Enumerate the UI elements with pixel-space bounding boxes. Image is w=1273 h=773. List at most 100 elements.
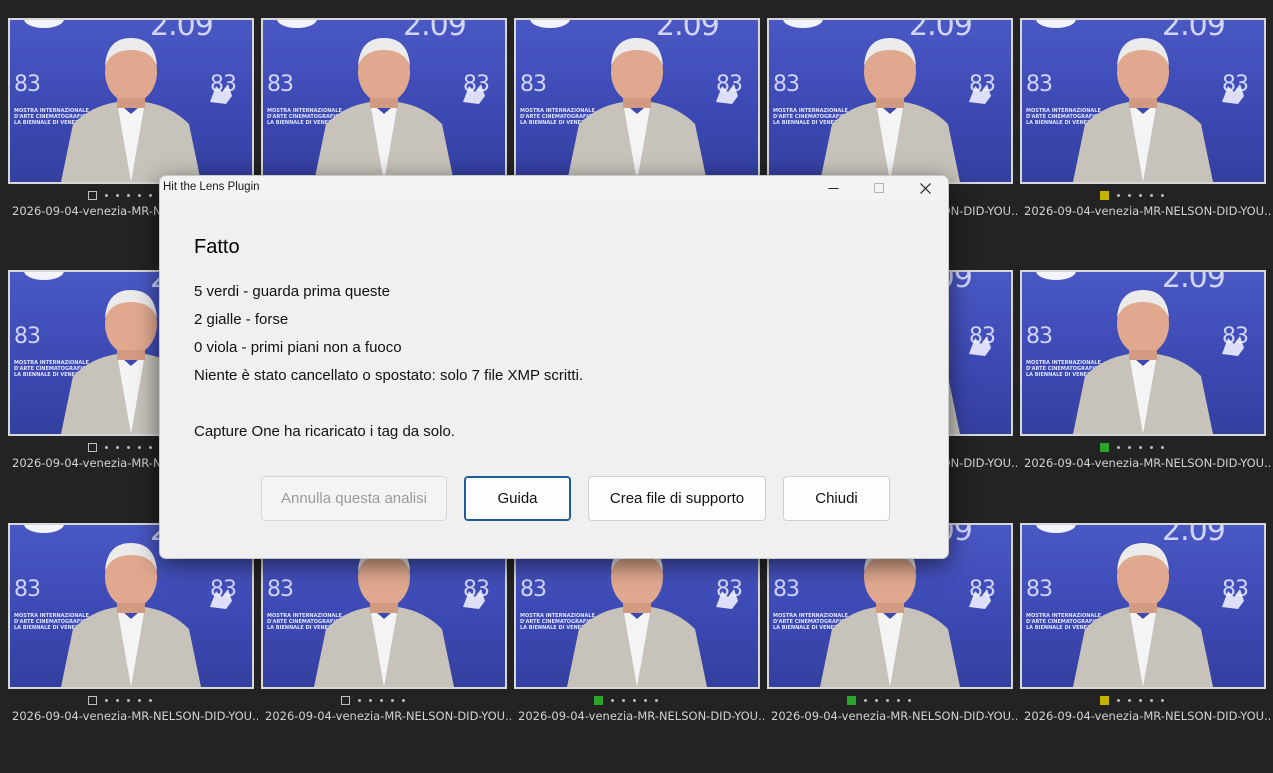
rating-dot-icon[interactable] (105, 445, 108, 449)
tag-and-rating (594, 695, 658, 705)
rating-dot-icon[interactable] (1128, 698, 1131, 702)
rating-dot-icon[interactable] (897, 698, 900, 702)
person-photo (1073, 543, 1213, 687)
rating-dot-icon[interactable] (402, 698, 405, 702)
thumbnail-filename: 2026-09-04-venezia-MR-NELSON-DID-YOU... (771, 709, 1017, 723)
rating-dot-icon[interactable] (391, 698, 394, 702)
close-window-button[interactable] (902, 176, 948, 200)
rating-dot-icon[interactable] (116, 445, 119, 449)
rating-dot-icon[interactable] (1139, 445, 1142, 449)
thumbnail-cell[interactable]: 2.098383MOSTRA INTERNAZIONALED'ARTE CINE… (506, 523, 764, 773)
tag-and-rating (88, 190, 152, 200)
rating-dot-icon[interactable] (380, 698, 383, 702)
title-bar[interactable]: Hit the Lens Plugin (160, 176, 948, 200)
rating-dot-icon[interactable] (369, 698, 372, 702)
minimize-button[interactable] (810, 176, 856, 200)
thumbnail-filename: 2026-09-04-venezia-MR-NELSON-DID-YOU... (1024, 456, 1270, 470)
color-tag-icon[interactable] (1100, 442, 1109, 452)
rating-dot-icon[interactable] (886, 698, 889, 702)
cancel-analysis-button: Annulla questa analisi (261, 476, 447, 521)
rating-dot-icon[interactable] (1139, 193, 1142, 197)
rating-dot-icon[interactable] (1161, 193, 1164, 197)
color-tag-icon[interactable] (88, 442, 97, 452)
dialog-heading: Fatto (194, 236, 240, 258)
thumbnail-filename: 2026-09-04-venezia-MR-NELSON-DID-YOU... (1024, 709, 1270, 723)
rating-dot-icon[interactable] (1117, 698, 1120, 702)
rating-dot-icon[interactable] (105, 193, 108, 197)
thumbnail-cell[interactable]: 2.098383MOSTRA INTERNAZIONALED'ARTE CINE… (0, 523, 258, 773)
photo-thumbnail[interactable]: 2.098383MOSTRA INTERNAZIONALED'ARTE CINE… (8, 18, 254, 184)
thumbnail-cell[interactable]: 2.098383MOSTRA INTERNAZIONALED'ARTE CINE… (759, 523, 1017, 773)
rating-dot-icon[interactable] (116, 193, 119, 197)
person-photo (314, 38, 454, 182)
tag-and-rating (88, 695, 152, 705)
rating-dot-icon[interactable] (1128, 193, 1131, 197)
rating-dot-icon[interactable] (127, 698, 130, 702)
tag-and-rating (88, 442, 152, 452)
tag-and-rating (1100, 442, 1164, 452)
thumbnail-filename: 2026-09-04-venezia-MR-NELSON-DID-YOU... (265, 709, 511, 723)
rating-dot-icon[interactable] (149, 445, 152, 449)
color-tag-icon[interactable] (88, 190, 97, 200)
photo-thumbnail[interactable]: 2.098383MOSTRA INTERNAZIONALED'ARTE CINE… (1020, 18, 1266, 184)
color-tag-icon[interactable] (88, 695, 97, 705)
thumbnail-cell[interactable]: 2.098383MOSTRA INTERNAZIONALED'ARTE CINE… (1012, 523, 1270, 773)
photo-thumbnail[interactable]: 2.098383MOSTRA INTERNAZIONALED'ARTE CINE… (514, 18, 760, 184)
rating-dot-icon[interactable] (127, 445, 130, 449)
rating-dot-icon[interactable] (1150, 445, 1153, 449)
rating-dot-icon[interactable] (864, 698, 867, 702)
photo-thumbnail[interactable]: 2.098383MOSTRA INTERNAZIONALED'ARTE CINE… (261, 18, 507, 184)
maximize-icon (873, 182, 884, 193)
photo-thumbnail[interactable]: 2.098383MOSTRA INTERNAZIONALED'ARTE CINE… (1020, 270, 1266, 436)
rating-dot-icon[interactable] (138, 193, 141, 197)
tag-and-rating (847, 695, 911, 705)
rating-dot-icon[interactable] (138, 445, 141, 449)
color-tag-icon[interactable] (341, 695, 350, 705)
rating-dot-icon[interactable] (644, 698, 647, 702)
close-button[interactable]: Chiudi (783, 476, 890, 521)
rating-dot-icon[interactable] (622, 698, 625, 702)
person-photo (61, 543, 201, 687)
maximize-button[interactable] (856, 176, 902, 200)
rating-dot-icon[interactable] (1150, 698, 1153, 702)
photo-thumbnail[interactable]: 2.098383MOSTRA INTERNAZIONALED'ARTE CINE… (1020, 523, 1266, 689)
thumbnail-cell[interactable]: 2.098383MOSTRA INTERNAZIONALED'ARTE CINE… (1012, 270, 1270, 520)
rating-dot-icon[interactable] (1150, 193, 1153, 197)
rating-dot-icon[interactable] (1139, 698, 1142, 702)
person-photo (567, 543, 707, 687)
color-tag-icon[interactable] (847, 695, 856, 705)
rating-dot-icon[interactable] (655, 698, 658, 702)
summary-purple: 0 viola - primi piani non a fuoco (194, 339, 402, 356)
rating-dot-icon[interactable] (149, 698, 152, 702)
tag-and-rating (1100, 190, 1164, 200)
thumbnail-filename: 2026-09-04-venezia-MR-NELSON-DID-YOU... (518, 709, 764, 723)
person-photo (567, 38, 707, 182)
thumbnail-cell[interactable]: 2.098383MOSTRA INTERNAZIONALED'ARTE CINE… (253, 523, 511, 773)
person-photo (1073, 38, 1213, 182)
rating-dot-icon[interactable] (127, 193, 130, 197)
rating-dot-icon[interactable] (149, 193, 152, 197)
rating-dot-icon[interactable] (105, 698, 108, 702)
rating-dot-icon[interactable] (358, 698, 361, 702)
color-tag-icon[interactable] (594, 695, 603, 705)
rating-dot-icon[interactable] (1117, 193, 1120, 197)
rating-dot-icon[interactable] (611, 698, 614, 702)
rating-dot-icon[interactable] (138, 698, 141, 702)
rating-dot-icon[interactable] (1161, 445, 1164, 449)
rating-dot-icon[interactable] (1117, 445, 1120, 449)
plugin-dialog: Hit the Lens Plugin Fatto 5 verdi - guar… (159, 175, 949, 559)
rating-dot-icon[interactable] (1128, 445, 1131, 449)
rating-dot-icon[interactable] (633, 698, 636, 702)
tag-and-rating (341, 695, 405, 705)
create-support-file-button[interactable]: Crea file di supporto (588, 476, 766, 521)
rating-dot-icon[interactable] (875, 698, 878, 702)
thumbnail-cell[interactable]: 2.098383MOSTRA INTERNAZIONALED'ARTE CINE… (1012, 18, 1270, 268)
rating-dot-icon[interactable] (1161, 698, 1164, 702)
color-tag-icon[interactable] (1100, 190, 1109, 200)
guide-button[interactable]: Guida (464, 476, 571, 521)
rating-dot-icon[interactable] (908, 698, 911, 702)
rating-dot-icon[interactable] (116, 698, 119, 702)
photo-thumbnail[interactable]: 2.098383MOSTRA INTERNAZIONALED'ARTE CINE… (767, 18, 1013, 184)
person-photo (820, 543, 960, 687)
color-tag-icon[interactable] (1100, 695, 1109, 705)
